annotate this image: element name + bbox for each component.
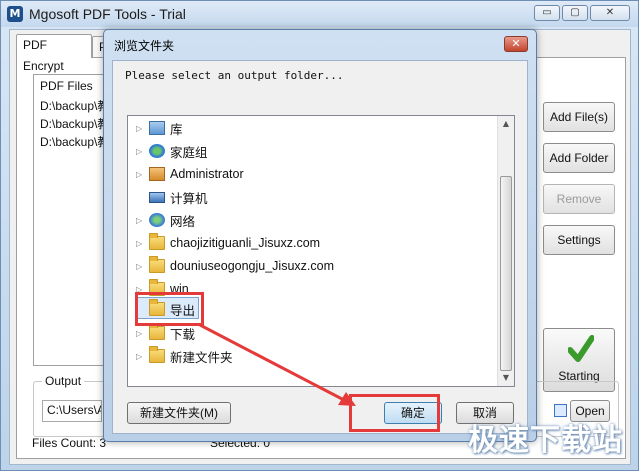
expand-arrow-icon[interactable]: ▷ bbox=[136, 239, 146, 248]
expand-arrow-icon[interactable]: ▷ bbox=[136, 124, 146, 133]
tree-item-folder[interactable]: ▷ douniuseogongju_Jisuxz.com bbox=[136, 256, 334, 276]
window-title: Mgosoft PDF Tools - Trial bbox=[29, 6, 186, 22]
expand-arrow-icon[interactable]: ▷ bbox=[136, 147, 146, 156]
add-folder-button[interactable]: Add Folder bbox=[543, 143, 615, 173]
checkmark-icon bbox=[568, 335, 594, 362]
scroll-down-icon[interactable]: ▼ bbox=[498, 370, 514, 386]
file-row[interactable]: D:\backup\教 bbox=[40, 115, 110, 132]
restore-button[interactable]: ▢ bbox=[562, 5, 588, 21]
tree-item-label: 库 bbox=[170, 122, 183, 137]
user-icon bbox=[149, 167, 165, 181]
tree-item-folder-downloads[interactable]: ▷ 下载 bbox=[136, 323, 195, 343]
expand-arrow-icon[interactable]: ▷ bbox=[136, 170, 146, 179]
watermark: 极速下载站 bbox=[468, 424, 623, 457]
tree-item-label: chaojizitiguanli_Jisuxz.com bbox=[170, 236, 321, 250]
folder-icon bbox=[149, 323, 165, 340]
expand-arrow-icon[interactable]: ▷ bbox=[136, 352, 146, 361]
tree-item-computer[interactable]: 计算机 bbox=[136, 187, 208, 207]
scroll-up-icon[interactable]: ▲ bbox=[498, 116, 514, 132]
dialog-close-button[interactable]: ✕ bbox=[504, 36, 528, 52]
minimize-button[interactable]: ▭ bbox=[534, 5, 560, 21]
tree-item-label: 家庭组 bbox=[170, 145, 208, 160]
highlight-export-folder bbox=[135, 292, 204, 326]
tree-item-label: 下载 bbox=[170, 327, 196, 342]
file-row[interactable]: D:\backup\教 bbox=[40, 97, 110, 114]
file-row[interactable]: D:\backup\教 bbox=[40, 133, 110, 150]
output-path-field[interactable]: C:\Users\A bbox=[42, 400, 102, 422]
tree-item-folder[interactable]: ▷ chaojizitiguanli_Jisuxz.com bbox=[136, 233, 320, 253]
folder-tree[interactable]: ▷ 库 ▷ 家庭组 ▷ Administrator 计算机 ▷ 网络 ▷ cha… bbox=[127, 115, 515, 387]
files-count-status: Files Count: 3 bbox=[32, 436, 107, 450]
browse-folder-dialog: 浏览文件夹 ✕ Please select an output folder..… bbox=[103, 29, 537, 442]
tree-item-label: 网络 bbox=[170, 214, 196, 229]
network-icon bbox=[149, 213, 165, 227]
tree-item-network[interactable]: ▷ 网络 bbox=[136, 210, 195, 230]
remove-button[interactable]: Remove bbox=[543, 184, 615, 214]
add-files-button[interactable]: Add File(s) bbox=[543, 102, 615, 132]
folder-icon bbox=[149, 346, 165, 363]
dialog-title: 浏览文件夹 bbox=[114, 39, 175, 53]
app-icon: M bbox=[7, 6, 23, 22]
title-bar[interactable]: M Mgosoft PDF Tools - Trial ▭ ▢ ✕ bbox=[1, 1, 638, 27]
tree-item-folder-new[interactable]: ▷ 新建文件夹 bbox=[136, 346, 233, 366]
folder-icon bbox=[149, 233, 165, 250]
file-list-header: PDF Files bbox=[40, 79, 93, 93]
tree-item-label: 新建文件夹 bbox=[170, 350, 233, 365]
highlight-ok-button bbox=[349, 394, 440, 432]
output-legend: Output bbox=[42, 374, 85, 388]
folder-icon bbox=[149, 256, 165, 273]
tree-item-label: douniuseogongju_Jisuxz.com bbox=[170, 259, 334, 273]
dialog-prompt: Please select an output folder... bbox=[125, 69, 344, 82]
dialog-body: Please select an output folder... ▷ 库 ▷ … bbox=[112, 60, 528, 434]
tree-item-label: Administrator bbox=[170, 167, 244, 181]
tree-scrollbar[interactable]: ▲ ▼ bbox=[497, 116, 514, 386]
close-button[interactable]: ✕ bbox=[590, 5, 630, 21]
library-icon bbox=[149, 121, 165, 135]
pdf-file-list[interactable]: PDF Files D:\backup\教 D:\backup\教 D:\bac… bbox=[33, 74, 113, 366]
tree-item-administrator[interactable]: ▷ Administrator bbox=[136, 164, 244, 184]
tree-item-label: 计算机 bbox=[170, 191, 208, 206]
homegroup-icon bbox=[149, 144, 165, 158]
tree-item-library[interactable]: ▷ 库 bbox=[136, 118, 183, 138]
settings-button[interactable]: Settings bbox=[543, 225, 615, 255]
expand-arrow-icon[interactable]: ▷ bbox=[136, 216, 146, 225]
scroll-thumb[interactable] bbox=[500, 176, 512, 371]
expand-arrow-icon[interactable]: ▷ bbox=[136, 329, 146, 338]
window-controls: ▭ ▢ ✕ bbox=[534, 5, 630, 21]
tab-pdf-encrypt[interactable]: PDF Encrypt bbox=[16, 34, 92, 73]
new-folder-button[interactable]: 新建文件夹(M) bbox=[127, 402, 231, 424]
computer-icon bbox=[149, 191, 165, 203]
tree-item-homegroup[interactable]: ▷ 家庭组 bbox=[136, 141, 208, 161]
expand-arrow-icon[interactable]: ▷ bbox=[136, 262, 146, 271]
